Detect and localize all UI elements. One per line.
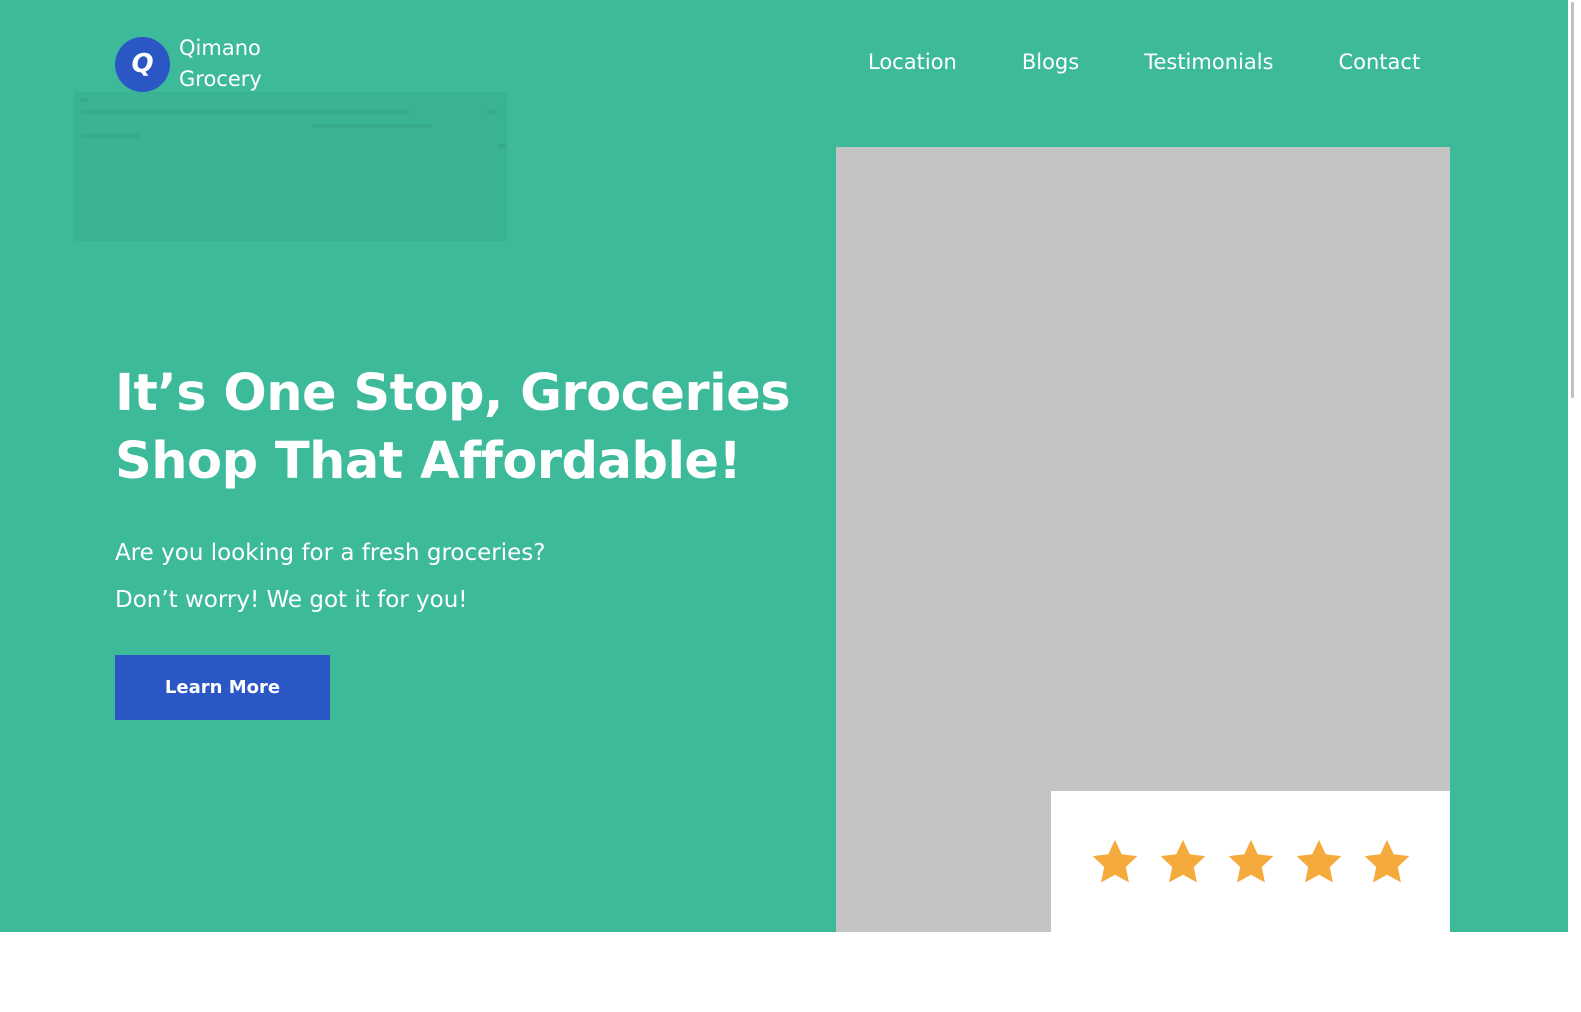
nav-contact[interactable]: Contact [1338,46,1420,78]
scrollbar-thumb[interactable] [1571,2,1574,398]
main-nav: Location Blogs Testimonials Contact [868,46,1420,78]
page-scrollbar[interactable] [1568,0,1581,1012]
nav-testimonials[interactable]: Testimonials [1144,46,1273,78]
brand-name-line1: Qimano [179,36,261,60]
hero-subtext-line2: Don’t worry! We got it for you! [115,587,468,613]
brand-name: Qimano Grocery [179,33,262,95]
hero-subtext-line1: Are you looking for a fresh groceries? [115,540,546,566]
logo-mark: Q [115,36,170,92]
faded-overlay-panel [74,92,507,241]
hero-headline-line2: Shop That Affordable! [115,432,742,491]
hero-headline: It’s One Stop, Groceries Shop That Affor… [115,360,795,496]
hero-section: Q Qimano Grocery Location Blogs Testimon… [0,0,1568,932]
star-icon [1364,839,1409,882]
learn-more-button[interactable]: Learn More [115,655,330,720]
nav-blogs[interactable]: Blogs [1022,46,1079,78]
star-icon [1228,839,1273,882]
brand-logo[interactable]: Q Qimano Grocery [115,33,262,95]
hero-headline-line1: It’s One Stop, Groceries [115,364,791,423]
star-icon [1296,839,1341,882]
hero-subtext: Are you looking for a fresh groceries? D… [115,530,545,624]
page: Q Qimano Grocery Location Blogs Testimon… [0,0,1581,1012]
star-icon [1160,839,1205,882]
brand-name-line2: Grocery [179,67,262,91]
rating-card [1051,791,1450,932]
star-icon [1092,839,1137,882]
nav-location[interactable]: Location [868,46,957,78]
